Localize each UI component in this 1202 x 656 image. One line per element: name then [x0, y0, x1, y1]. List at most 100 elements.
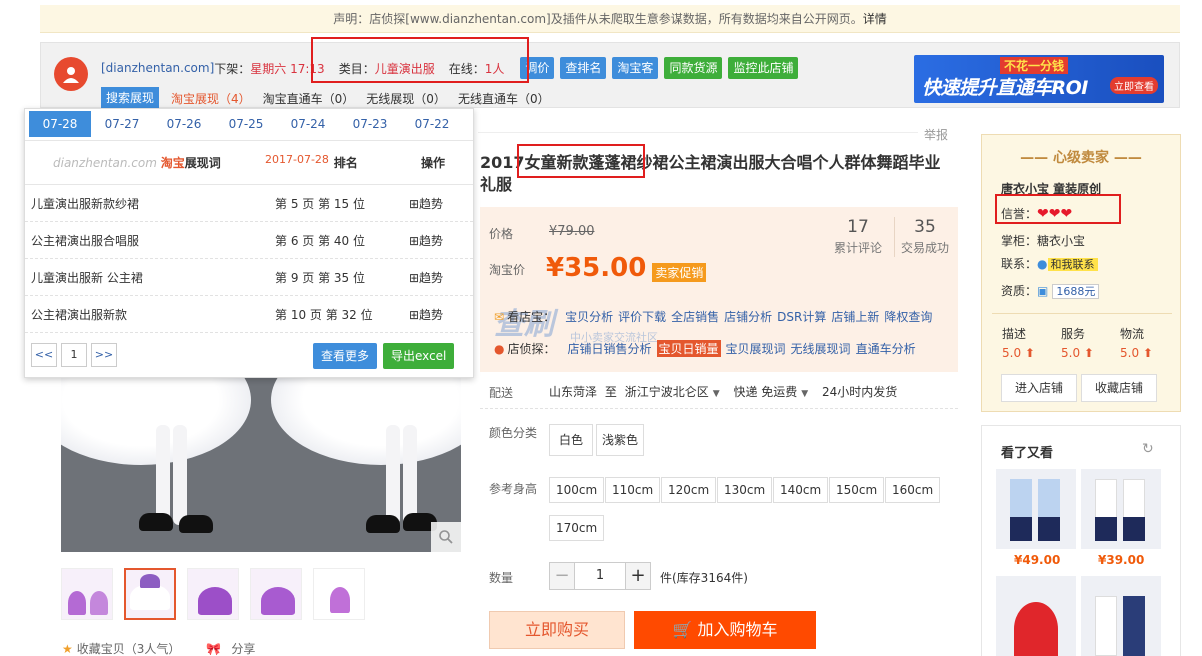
quantity-increase-button[interactable]: + [625, 562, 651, 590]
add-to-cart-label: 加入购物车 [697, 620, 778, 639]
detect-icon: ● [494, 341, 505, 356]
next-page-button[interactable]: >> [91, 343, 117, 367]
check-rank-button[interactable]: 查排名 [560, 57, 607, 79]
add-to-cart-button[interactable]: 🛒 加入购物车 [634, 611, 816, 649]
look-link-item-analysis[interactable]: 宝贝分析 [565, 308, 613, 325]
leg [386, 425, 400, 525]
tab-wireless-display[interactable]: 无线展现（0） [366, 90, 446, 107]
chevron-down-icon[interactable]: ▼ [713, 389, 720, 399]
also-item-3-image[interactable] [996, 576, 1076, 656]
qualification-badge[interactable]: 1688元 [1052, 284, 1100, 299]
ship-time: 24小时内发货 [822, 385, 898, 399]
dress-right [271, 375, 461, 465]
date-tab-0722[interactable]: 07-22 [401, 111, 463, 137]
height-option-170[interactable]: 170cm [549, 515, 605, 541]
date-tab-0723[interactable]: 07-23 [339, 111, 401, 137]
height-option-150[interactable]: 150cm [829, 477, 885, 503]
panel-brand-taobao: 淘宝 [160, 156, 185, 170]
height-option-120[interactable]: 120cm [661, 477, 717, 503]
seller-level-text: 心级卖家 [1053, 150, 1109, 166]
review-stat[interactable]: 17 累计评论 [828, 217, 888, 256]
sales-label: 交易成功 [900, 241, 949, 255]
height-option-100[interactable]: 100cm [549, 477, 605, 503]
look-tools-row: ✉ 看店宝： 宝贝分析 评价下载 全店销售 店铺分析 DSR计算 店铺上新 降权… [494, 308, 937, 325]
ad-banner[interactable]: 不花一分钱 快速提升直通车ROI 立即查看 [914, 55, 1164, 103]
enter-shop-button[interactable]: 进入店铺 [1001, 374, 1077, 402]
look-link-penalty[interactable]: 降权查询 [884, 308, 932, 325]
shipping-row: 山东菏泽 至 浙江宁波北仑区 ▼ 快递 免运费 ▼ 24小时内发货 [549, 383, 897, 400]
view-more-button[interactable]: 查看更多 [313, 343, 378, 369]
keeper-name: 糖衣小宝 [1037, 234, 1086, 248]
monitor-shop-button[interactable]: 监控此店铺 [728, 57, 799, 79]
page-number-input[interactable]: 1 [61, 343, 87, 367]
collect-shop-button[interactable]: 收藏店铺 [1081, 374, 1157, 402]
also-item-1-image[interactable] [996, 469, 1076, 549]
tab-taobao-display[interactable]: 淘宝展现（4） [171, 90, 251, 107]
date-tab-0728[interactable]: 07-28 [29, 111, 91, 137]
tab-search-display[interactable]: 搜索展现 [101, 87, 160, 109]
dianzhentan-logo-icon [54, 57, 88, 91]
trend-link[interactable]: ⊞趋势 [395, 306, 473, 323]
look-link-dsr[interactable]: DSR计算 [777, 308, 826, 325]
thumbnail-5[interactable] [313, 568, 365, 620]
look-link-new-items[interactable]: 店铺上新 [831, 308, 879, 325]
trend-link[interactable]: ⊞趋势 [395, 269, 473, 286]
share-link[interactable]: 分享 [231, 640, 255, 656]
buy-now-button[interactable]: 立即购买 [489, 611, 625, 649]
ship-to-select[interactable]: 浙江宁波北仑区 [625, 385, 709, 399]
trend-link[interactable]: ⊞趋势 [395, 232, 473, 249]
same-source-button[interactable]: 同款货源 [664, 57, 723, 79]
id-card-icon[interactable]: ▣ [1037, 284, 1048, 298]
thumbnail-4[interactable] [250, 568, 302, 620]
detect-link-ztc[interactable]: 直通车分析 [856, 340, 916, 357]
date-tab-0725[interactable]: 07-25 [215, 111, 277, 137]
product-main-image[interactable] [61, 375, 461, 552]
detect-link-daily-sales[interactable]: 店铺日销售分析 [568, 340, 652, 357]
original-price: ¥79.00 [549, 224, 595, 239]
zoom-icon[interactable] [431, 522, 461, 552]
tab-wireless-ztc[interactable]: 无线直通车（0） [458, 90, 550, 107]
report-link[interactable]: 举报 [924, 126, 948, 143]
height-option-130[interactable]: 130cm [717, 477, 773, 503]
seller-promo-badge[interactable]: 卖家促销 [652, 263, 707, 282]
color-option-white[interactable]: 白色 [549, 424, 594, 456]
quantity-label: 数量 [489, 571, 514, 585]
detect-link-item-daily[interactable]: 宝贝日销量 [656, 340, 721, 357]
height-option-140[interactable]: 140cm [773, 477, 829, 503]
ad-cta[interactable]: 立即查看 [1110, 77, 1158, 94]
date-tab-0726[interactable]: 07-26 [153, 111, 215, 137]
plugin-domain[interactable]: [dianzhentan.com] [101, 61, 214, 75]
taobaoke-button[interactable]: 淘宝客 [612, 57, 659, 79]
detect-link-item-keywords[interactable]: 宝贝展现词 [726, 340, 786, 357]
prev-page-button[interactable]: << [31, 343, 57, 367]
height-option-160[interactable]: 160cm [885, 477, 941, 503]
contact-button[interactable]: 和我联系 [1047, 258, 1098, 271]
trend-link[interactable]: ⊞趋势 [395, 195, 473, 212]
also-item-4-image[interactable] [1081, 576, 1161, 656]
export-excel-button[interactable]: 导出excel [383, 343, 455, 369]
color-option-light-purple[interactable]: 浅紫色 [596, 424, 645, 456]
thumbnail-1[interactable] [61, 568, 113, 620]
quantity-input[interactable]: 1 [575, 562, 625, 590]
refresh-icon[interactable]: ↻ [1142, 441, 1154, 457]
quantity-decrease-button[interactable]: − [549, 562, 575, 590]
chevron-down-icon[interactable]: ▼ [801, 389, 808, 399]
look-link-shop-analysis[interactable]: 店铺分析 [724, 308, 772, 325]
tab-taobao-ztc[interactable]: 淘宝直通车（0） [263, 90, 355, 107]
look-link-review-download[interactable]: 评价下载 [618, 308, 666, 325]
also-item-2-price: ¥39.00 [1098, 553, 1145, 567]
color-label: 颜色分类 [489, 426, 538, 440]
favorite-item-link[interactable]: 收藏宝贝（3人气） [77, 640, 181, 656]
ship-method-select[interactable]: 快递 免运费 [733, 385, 797, 399]
detect-link-wireless-keywords[interactable]: 无线展现词 [791, 340, 851, 357]
thumbnail-2[interactable] [124, 568, 176, 620]
also-item-2-image[interactable] [1081, 469, 1161, 549]
height-option-110[interactable]: 110cm [605, 477, 661, 503]
date-tab-0727[interactable]: 07-27 [91, 111, 153, 137]
date-tab-0724[interactable]: 07-24 [277, 111, 339, 137]
ad-tag: 不花一分钱 [1000, 57, 1069, 74]
look-link-shop-sales[interactable]: 全店销售 [671, 308, 719, 325]
thumbnail-3[interactable] [187, 568, 239, 620]
favorite-share-row: ★ 收藏宝贝（3人气） 🎀 分享 [62, 640, 255, 656]
disclaimer-detail-link[interactable]: 详情 [863, 12, 887, 26]
